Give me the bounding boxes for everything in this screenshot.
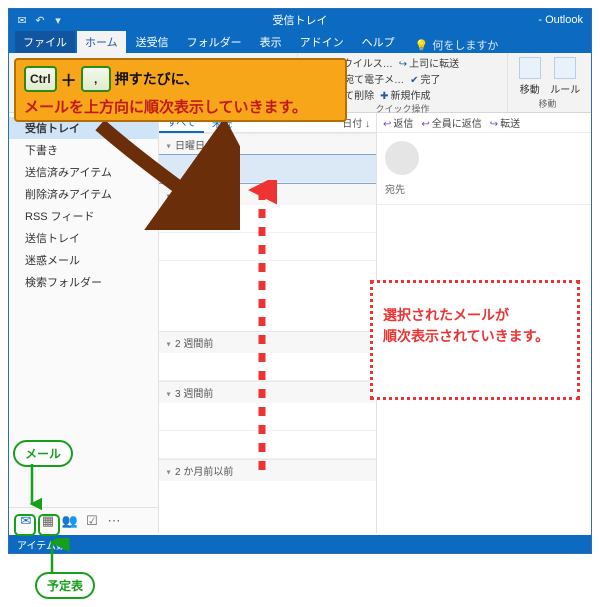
- quick-step[interactable]: ✔完了: [410, 71, 440, 86]
- to-label: 宛先: [385, 181, 583, 196]
- annotation-red-dashed-arrow: [247, 180, 277, 480]
- tab-folder[interactable]: フォルダー: [179, 31, 250, 53]
- folder-junk[interactable]: 迷惑メール: [9, 249, 158, 271]
- annotation-outline-mail: [14, 514, 36, 536]
- annotation-label-calendar: 予定表: [35, 572, 95, 599]
- tab-home[interactable]: ホーム: [77, 31, 126, 53]
- forward-icon: ↪: [490, 119, 498, 130]
- nav-tasks-icon[interactable]: ☑: [81, 511, 103, 531]
- folder-outbox[interactable]: 送信トレイ: [9, 227, 158, 249]
- window-title: 受信トレイ: [273, 15, 328, 27]
- tab-help[interactable]: ヘルプ: [354, 31, 403, 53]
- annotation-brown-arrow: [80, 120, 240, 230]
- sort-arrow-icon: ↓: [365, 119, 370, 130]
- reply-all-button[interactable]: ↩全員に返信: [421, 115, 481, 130]
- key-ctrl: Ctrl: [24, 66, 57, 92]
- annotation-green-arrow: [22, 462, 42, 512]
- move-button[interactable]: 移動: [514, 55, 546, 96]
- reply-icon: ↩: [383, 119, 391, 130]
- rules-button[interactable]: ルール: [550, 55, 582, 96]
- title-bar: ✉ ↶ ▾ 受信トレイ - Outlook: [9, 9, 591, 31]
- ribbon-group-label: 移動: [514, 97, 581, 112]
- reading-pane-header: 宛先: [377, 133, 591, 205]
- quick-access-toolbar: ✉ ↶ ▾: [9, 13, 65, 27]
- lightbulb-icon: 💡: [415, 39, 429, 52]
- annotation-tip: Ctrl ＋ , 押すたびに、 メールを上方向に順次表示していきます。: [14, 58, 347, 122]
- tab-addin[interactable]: アドイン: [292, 31, 352, 53]
- tab-file[interactable]: ファイル: [15, 31, 75, 53]
- folder-move-icon: [519, 57, 541, 79]
- sort-by[interactable]: 日付 ↓: [342, 115, 376, 130]
- nav-more-icon[interactable]: ⋯: [103, 511, 125, 531]
- forward-icon: ↪: [399, 59, 407, 70]
- annotation-green-arrow: [42, 538, 82, 576]
- annotation-selection-text2: 順次表示されていきます。: [383, 326, 567, 347]
- rules-icon: [554, 57, 576, 79]
- ribbon-tabs: ファイル ホーム 送受信 フォルダー 表示 アドイン ヘルプ 💡 何をしますか: [9, 31, 591, 53]
- quick-step[interactable]: ✚新規作成: [380, 87, 430, 102]
- qat-dropdown-icon[interactable]: ▾: [51, 13, 65, 27]
- tell-me-label: 何をしますか: [432, 37, 498, 53]
- nav-people-icon[interactable]: 👥: [59, 511, 81, 531]
- reading-pane-actions: ↩返信 ↩全員に返信 ↪転送: [377, 113, 591, 133]
- send-receive-icon[interactable]: ✉: [15, 13, 29, 27]
- tab-send-receive[interactable]: 送受信: [128, 31, 177, 53]
- tip-line2: メールを上方向に順次表示していきます。: [24, 96, 337, 117]
- annotation-selection-box: 選択されたメールが 順次表示されていきます。: [370, 280, 580, 400]
- tab-view[interactable]: 表示: [252, 31, 290, 53]
- forward-button[interactable]: ↪転送: [490, 115, 520, 130]
- reply-all-icon: ↩: [421, 119, 429, 130]
- new-icon: ✚: [380, 91, 388, 102]
- status-bar: アイテム数: [9, 535, 591, 553]
- annotation-outline-calendar: [38, 514, 60, 536]
- reply-button[interactable]: ↩返信: [383, 115, 413, 130]
- ribbon-group-move: 移動 ルール 移動: [507, 53, 587, 112]
- undo-icon[interactable]: ↶: [33, 13, 47, 27]
- quick-step[interactable]: ↪上司に転送: [399, 55, 459, 70]
- key-comma: ,: [81, 66, 111, 92]
- check-icon: ✔: [410, 75, 418, 86]
- annotation-selection-text1: 選択されたメールが: [383, 305, 567, 326]
- sender-avatar: [385, 141, 419, 175]
- plus-icon: ＋: [61, 67, 77, 91]
- tell-me-search[interactable]: 💡 何をしますか: [415, 37, 499, 53]
- app-name: - Outlook: [538, 14, 583, 26]
- tip-line1: 押すたびに、: [115, 69, 199, 89]
- folder-search[interactable]: 検索フォルダー: [9, 271, 158, 293]
